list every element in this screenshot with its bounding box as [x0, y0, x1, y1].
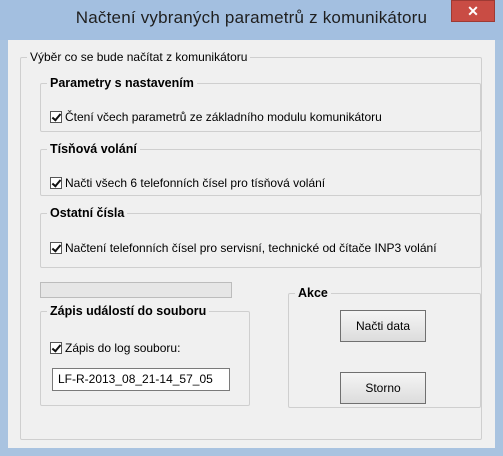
close-icon: ✕	[467, 3, 479, 19]
actions-group-label: Akce	[298, 286, 328, 300]
checkmark-icon[interactable]	[50, 342, 62, 354]
log-group-label: Zápis událostí do souboru	[50, 304, 207, 318]
emergency-group-label: Tísňová volání	[50, 142, 137, 156]
progress-bar	[40, 282, 232, 298]
checkmark-icon[interactable]	[50, 242, 62, 254]
log-checkbox[interactable]: Zápis do log souboru:	[50, 341, 180, 355]
other-numbers-group-label: Ostatní čísla	[50, 206, 125, 220]
params-checkbox[interactable]: Čtení včech parametrů ze základního modu…	[50, 110, 382, 124]
other-numbers-group: Ostatní čísla	[40, 206, 481, 268]
params-checkbox-label: Čtení včech parametrů ze základního modu…	[65, 110, 382, 124]
emergency-checkbox[interactable]: Načti všech 6 telefonních čísel pro tísň…	[50, 176, 325, 190]
load-data-button[interactable]: Načti data	[340, 310, 426, 342]
params-group-label: Parametry s nastavením	[50, 76, 194, 90]
close-button[interactable]: ✕	[451, 0, 495, 22]
log-checkbox-label: Zápis do log souboru:	[65, 341, 181, 355]
dialog-client-area: Výběr co se bude načítat z komunikátoru …	[8, 40, 495, 448]
checkmark-icon[interactable]	[50, 111, 62, 123]
emergency-checkbox-label: Načti všech 6 telefonních čísel pro tísň…	[65, 176, 326, 190]
cancel-button[interactable]: Storno	[340, 372, 426, 404]
window-title: Načtení vybraných parametrů z komunikáto…	[75, 8, 428, 27]
title-bar: Načtení vybraných parametrů z komunikáto…	[0, 0, 503, 40]
checkmark-icon[interactable]	[50, 177, 62, 189]
other-numbers-checkbox-label: Načtení telefonních čísel pro servisní, …	[65, 241, 437, 255]
other-numbers-checkbox[interactable]: Načtení telefonních čísel pro servisní, …	[50, 241, 437, 255]
log-filename-input[interactable]: LF-R-2013_08_21-14_57_05	[52, 368, 230, 391]
main-group-label: Výběr co se bude načítat z komunikátoru	[30, 50, 248, 64]
